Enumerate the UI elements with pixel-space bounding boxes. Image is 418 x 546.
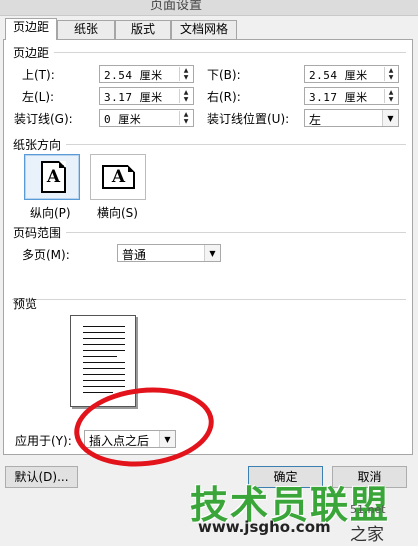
preview-line	[83, 380, 125, 381]
window-title: 页面设置	[150, 0, 203, 13]
tab-panel: 页边距 上(T): 2.54 厘米 ▲ ▼ 下(B): 2.54 厘米 ▲ ▼ 左(…	[3, 39, 413, 455]
preview-line	[83, 350, 125, 351]
orientation-group-title: 纸张方向	[13, 138, 62, 152]
spin-up-icon[interactable]: ▲	[180, 111, 192, 118]
gutter-input[interactable]: 0 厘米 ▲ ▼	[99, 109, 194, 127]
watermark-url: www.jsgho.com	[198, 518, 331, 536]
left-margin-input[interactable]: 3.17 厘米 ▲ ▼	[99, 87, 194, 105]
spin-down-icon[interactable]: ▼	[180, 118, 192, 125]
apply-to-label: 应用于(Y):	[15, 434, 72, 448]
gutter-position-label: 装订线位置(U):	[207, 112, 290, 126]
watermark-net: 51.net	[350, 503, 386, 516]
spin-up-icon[interactable]: ▲	[180, 89, 192, 96]
multiple-pages-value: 普通	[122, 248, 147, 262]
portrait-button[interactable]: A	[24, 154, 80, 200]
top-margin-label: 上(T):	[22, 68, 55, 82]
gutter-label: 装订线(G):	[14, 112, 73, 126]
preview-group-title: 预览	[13, 297, 38, 311]
landscape-label[interactable]: 横向(S)	[97, 204, 138, 221]
spin-down-icon[interactable]: ▼	[385, 96, 397, 103]
right-margin-value: 3.17 厘米	[309, 91, 368, 104]
margins-divider	[54, 52, 406, 53]
preview-line	[83, 374, 125, 375]
tab-layout[interactable]: 版式	[115, 20, 171, 39]
chevron-down-icon[interactable]: ▼	[159, 431, 175, 447]
right-margin-label: 右(R):	[207, 90, 241, 104]
spin-up-icon[interactable]: ▲	[385, 89, 397, 96]
preview-line	[83, 338, 125, 339]
preview-line	[83, 326, 125, 327]
left-margin-value: 3.17 厘米	[104, 91, 163, 104]
left-margin-spinner[interactable]: ▲ ▼	[179, 89, 192, 103]
right-margin-spinner[interactable]: ▲ ▼	[384, 89, 397, 103]
multiple-pages-select[interactable]: 普通 ▼	[117, 244, 221, 262]
bottom-margin-input[interactable]: 2.54 厘米 ▲ ▼	[304, 65, 399, 83]
preview-line	[83, 392, 113, 393]
title-bar: 页面设置	[0, 0, 418, 16]
preview-divider	[12, 299, 406, 300]
preview-line	[83, 344, 125, 345]
apply-to-select[interactable]: 插入点之后 ▼	[84, 430, 176, 448]
watermark-home: 之家	[350, 525, 384, 545]
preview-line	[83, 356, 117, 357]
pages-group-title: 页码范围	[13, 226, 62, 240]
margins-group-title: 页边距	[13, 46, 50, 60]
left-margin-label: 左(L):	[22, 90, 55, 104]
default-button[interactable]: 默认(D)...	[5, 466, 78, 488]
orientation-divider	[66, 144, 406, 145]
right-margin-input[interactable]: 3.17 厘米 ▲ ▼	[304, 87, 399, 105]
portrait-label[interactable]: 纵向(P)	[30, 204, 71, 221]
bottom-margin-value: 2.54 厘米	[309, 69, 368, 82]
preview-line	[83, 386, 125, 387]
bottom-margin-label: 下(B):	[207, 68, 241, 82]
preview-line	[83, 368, 125, 369]
gutter-position-select[interactable]: 左 ▼	[304, 109, 399, 127]
chevron-down-icon[interactable]: ▼	[204, 245, 220, 261]
tab-document-grid[interactable]: 文档网格	[171, 20, 237, 39]
landscape-button[interactable]: A	[90, 154, 146, 200]
preview-line	[83, 332, 125, 333]
spin-down-icon[interactable]: ▼	[180, 96, 192, 103]
top-margin-input[interactable]: 2.54 厘米 ▲ ▼	[99, 65, 194, 83]
spin-up-icon[interactable]: ▲	[385, 67, 397, 74]
gutter-position-value: 左	[309, 113, 322, 127]
tab-paper[interactable]: 纸张	[57, 20, 115, 39]
chevron-down-icon[interactable]: ▼	[382, 110, 398, 126]
pages-divider	[66, 232, 406, 233]
gutter-spinner[interactable]: ▲ ▼	[179, 111, 192, 125]
portrait-page-icon: A	[41, 161, 66, 193]
multiple-pages-label: 多页(M):	[22, 248, 70, 262]
page-preview	[70, 315, 136, 407]
bottom-margin-spinner[interactable]: ▲ ▼	[384, 67, 397, 81]
apply-to-value: 插入点之后	[89, 434, 150, 448]
top-margin-spinner[interactable]: ▲ ▼	[179, 67, 192, 81]
spin-down-icon[interactable]: ▼	[180, 74, 192, 81]
spin-up-icon[interactable]: ▲	[180, 67, 192, 74]
preview-line	[83, 362, 125, 363]
tab-margins[interactable]: 页边距	[5, 18, 57, 40]
gutter-value: 0 厘米	[104, 113, 142, 126]
spin-down-icon[interactable]: ▼	[385, 74, 397, 81]
landscape-page-icon: A	[102, 165, 135, 189]
top-margin-value: 2.54 厘米	[104, 69, 163, 82]
